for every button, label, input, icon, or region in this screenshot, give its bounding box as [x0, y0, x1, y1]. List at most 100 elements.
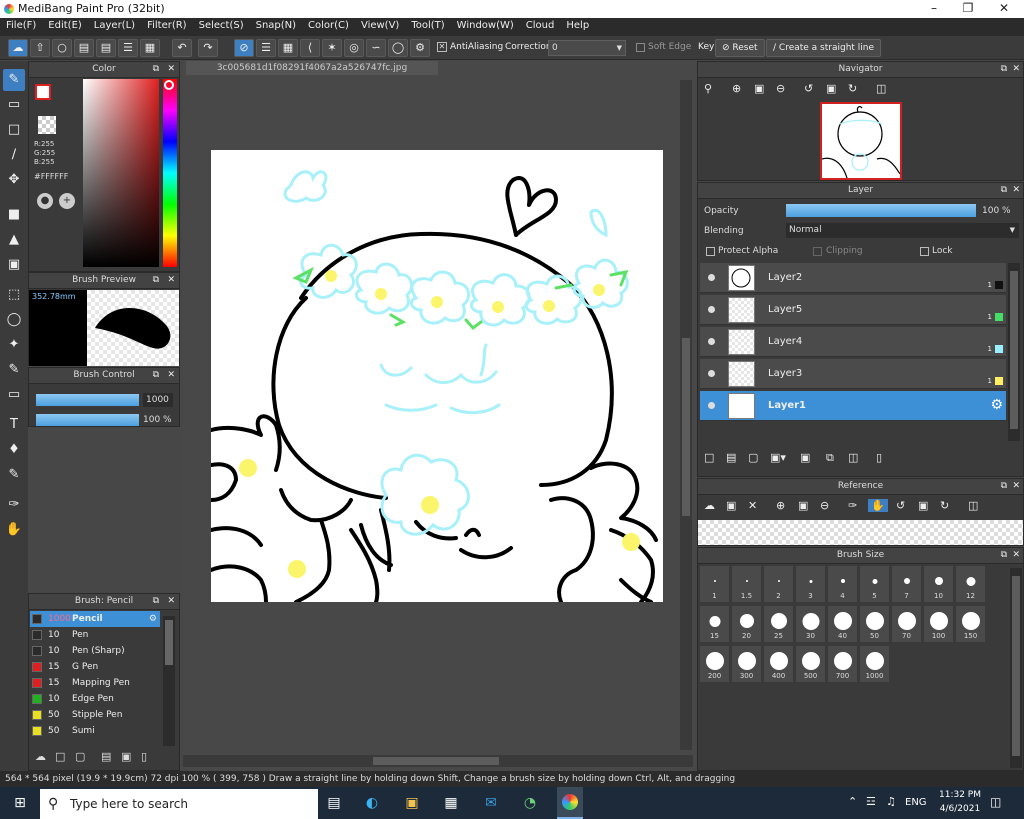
- cloud-upload-icon[interactable]: ☁: [8, 39, 28, 57]
- vertical-scroll-thumb[interactable]: [682, 338, 690, 516]
- delete-layer-icon[interactable]: ▯: [876, 451, 882, 464]
- reference-view[interactable]: [698, 520, 1023, 545]
- clipping-checkbox[interactable]: [813, 247, 822, 256]
- hand-icon[interactable]: ✋: [868, 499, 888, 512]
- correction-select[interactable]: 0 ▼: [548, 40, 626, 56]
- chevron-up-icon[interactable]: ⌃: [848, 795, 857, 808]
- brush-list-scroll-thumb[interactable]: [165, 620, 173, 665]
- brush-item-pen[interactable]: 10 Pen: [30, 627, 160, 643]
- folder-icon[interactable]: ▣: [800, 451, 810, 464]
- saturation-value-picker[interactable]: [83, 79, 159, 267]
- brush-item-sumi[interactable]: 50 Sumi: [30, 723, 160, 739]
- blending-select[interactable]: Normal ▼: [786, 223, 1019, 238]
- close-icon[interactable]: ✕: [1012, 548, 1020, 563]
- brush-size-option[interactable]: 5: [859, 565, 890, 603]
- clock-date[interactable]: 4/6/2021: [935, 804, 985, 814]
- brush-opacity-slider[interactable]: [36, 414, 139, 426]
- layer-row[interactable]: Layer3 1: [700, 359, 1006, 389]
- fit-icon[interactable]: ▣: [798, 499, 808, 512]
- text-tool-icon[interactable]: T: [3, 414, 25, 436]
- windows-start-icon[interactable]: ⊞: [10, 793, 30, 813]
- canvas-horizontal-scrollbar[interactable]: [183, 755, 693, 767]
- menu-help[interactable]: Help: [560, 18, 595, 31]
- blur-tool-icon[interactable]: ✎: [3, 464, 25, 486]
- brush-size-option[interactable]: 4: [827, 565, 858, 603]
- add-layer-menu-icon[interactable]: ▣▾: [770, 451, 786, 464]
- select-tool-icon[interactable]: ⬚: [3, 284, 25, 306]
- brush-item-pencil[interactable]: 1000 Pencil ⚙: [30, 611, 160, 627]
- taskbar-search[interactable]: ⚲ Type here to search: [40, 789, 318, 819]
- eyedropper-tool-icon[interactable]: ✑: [3, 494, 25, 516]
- menu-filter[interactable]: Filter(R): [141, 18, 193, 31]
- radial-snap-icon[interactable]: ✶: [322, 39, 342, 57]
- language-indicator[interactable]: ENG: [905, 797, 927, 808]
- layer-opacity-slider[interactable]: [786, 204, 976, 217]
- rotate-reset-icon[interactable]: ▣: [826, 82, 836, 95]
- store-icon[interactable]: ▦: [441, 793, 461, 813]
- snap-settings-icon[interactable]: ⚙: [410, 39, 430, 57]
- eye-icon[interactable]: [708, 274, 715, 281]
- magic-wand-tool-icon[interactable]: ✦: [3, 334, 25, 356]
- brush-size-option[interactable]: 50: [859, 605, 890, 643]
- transparent-color-swatch[interactable]: [38, 116, 56, 134]
- delete-brush-icon[interactable]: ▯: [141, 750, 147, 763]
- redo-icon[interactable]: ↷: [198, 39, 218, 57]
- palette-icon[interactable]: ●: [37, 193, 53, 209]
- folder-icon[interactable]: ▣: [121, 750, 131, 763]
- gear-icon[interactable]: ⚙: [149, 611, 157, 627]
- maximize-button[interactable]: ❐: [950, 0, 986, 18]
- grid-icon[interactable]: ▦: [140, 39, 160, 57]
- move-tool-icon[interactable]: ✥: [3, 169, 25, 191]
- brush-size-option[interactable]: 30: [795, 605, 826, 643]
- circle-snap-icon[interactable]: ◎: [344, 39, 364, 57]
- cloud-download-icon[interactable]: ☁: [35, 750, 46, 763]
- horizontal-scroll-thumb[interactable]: [373, 757, 499, 765]
- list-icon[interactable]: ☰: [118, 39, 138, 57]
- brush-size-option[interactable]: 40: [827, 605, 858, 643]
- document-tab[interactable]: 3c005681d1f08291f4067a2a526747fc.jpg: [186, 61, 438, 75]
- duplicate-layer-icon[interactable]: ⧉: [826, 451, 834, 465]
- canvas-vertical-scrollbar[interactable]: [680, 80, 692, 750]
- panel-icon[interactable]: ▤: [74, 39, 94, 57]
- close-reference-icon[interactable]: ✕: [748, 499, 757, 512]
- fill-rect-tool-icon[interactable]: ■: [3, 204, 25, 226]
- hue-handle[interactable]: [164, 80, 174, 90]
- clock-time[interactable]: 11:32 PM: [935, 790, 985, 800]
- curve-snap-icon[interactable]: ∽: [366, 39, 386, 57]
- hue-slider[interactable]: [163, 79, 177, 267]
- brush-size-option[interactable]: 1: [699, 565, 730, 603]
- undock-icon[interactable]: ⧉: [1001, 183, 1007, 198]
- brush-size-option[interactable]: 15: [699, 605, 730, 643]
- export-icon[interactable]: ⇧: [30, 39, 50, 57]
- eyedropper-icon[interactable]: ✑: [848, 499, 857, 512]
- close-icon[interactable]: ✕: [1012, 62, 1020, 77]
- undock-icon[interactable]: ⧉: [1001, 62, 1007, 77]
- brush-size-option[interactable]: 150: [955, 605, 986, 643]
- lock-checkbox[interactable]: [920, 247, 929, 256]
- eye-icon[interactable]: [708, 402, 715, 409]
- color-add-icon[interactable]: +: [59, 193, 75, 209]
- zoom-out-icon[interactable]: ⊖: [820, 499, 829, 512]
- new-color-layer-icon[interactable]: ▤: [726, 451, 736, 464]
- layer-row-selected[interactable]: Layer1 ⚙: [700, 391, 1006, 421]
- rotate-right-icon[interactable]: ↻: [940, 499, 949, 512]
- brush-size-option[interactable]: 1.5: [731, 565, 762, 603]
- new-layer-icon[interactable]: □: [704, 451, 714, 464]
- network-icon[interactable]: ☲: [866, 795, 876, 808]
- menu-file[interactable]: File(F): [0, 18, 42, 31]
- brush-size-option[interactable]: 70: [891, 605, 922, 643]
- active-app-tab[interactable]: [557, 787, 583, 819]
- eraser-tool-icon[interactable]: ▭: [3, 94, 25, 116]
- brush-item-edge-pen[interactable]: 10 Edge Pen: [30, 691, 160, 707]
- close-icon[interactable]: ✕: [1012, 183, 1020, 198]
- brush-list-scrollbar[interactable]: [163, 616, 175, 746]
- medibang-taskbar-icon[interactable]: ◔: [520, 793, 540, 813]
- brush-size-option[interactable]: 100: [923, 605, 954, 643]
- brush-size-option[interactable]: 12: [955, 565, 986, 603]
- brush-item-g-pen[interactable]: 15 G Pen: [30, 659, 160, 675]
- undock-icon[interactable]: ⧉: [153, 62, 159, 77]
- edge-browser-icon[interactable]: ◐: [362, 793, 382, 813]
- gear-icon[interactable]: ⚙: [990, 397, 1003, 413]
- rotate-right-icon[interactable]: ↻: [848, 82, 857, 95]
- menu-select[interactable]: Select(S): [193, 18, 250, 31]
